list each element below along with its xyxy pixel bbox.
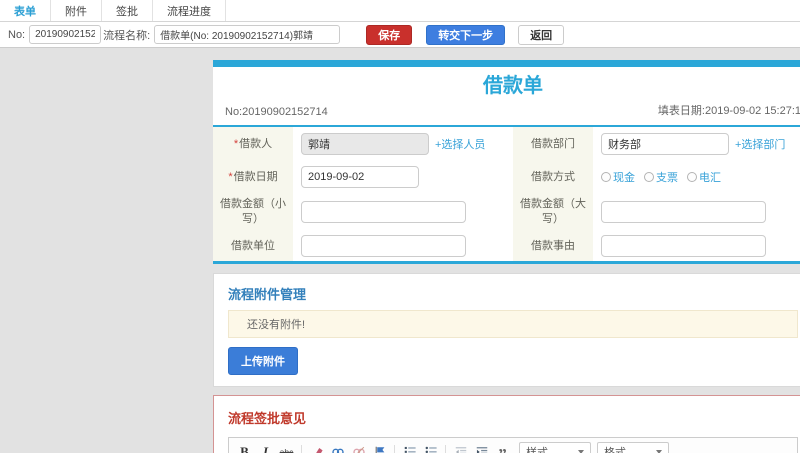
bold-icon[interactable]: B [235, 443, 254, 453]
borrower-input[interactable] [301, 133, 429, 155]
loan-date-row: * 借款日期 [213, 161, 513, 193]
department-row: 借款部门 +选择部门 [513, 127, 800, 161]
loan-reason-input[interactable] [601, 235, 766, 257]
panel-accent-bar [213, 60, 800, 67]
toolbar-separator [301, 445, 302, 453]
anchor-flag-icon[interactable] [370, 443, 389, 453]
select-department-link[interactable]: +选择部门 [735, 136, 785, 152]
loan-date-label: * 借款日期 [213, 161, 293, 193]
amount-lower-input[interactable] [301, 201, 466, 223]
process-name-input[interactable] [154, 25, 341, 44]
toolbar-separator [445, 445, 446, 453]
form-grid: *借款人 +选择人员 *借款日期 借款金额（小写） [213, 125, 800, 264]
attachment-header: 流程附件管理 [228, 287, 307, 302]
department-input[interactable] [601, 133, 729, 155]
radio-icon[interactable] [601, 172, 611, 182]
content-area: 借款单 No:20190902152714 填表日期:2019-09-02 15… [0, 48, 800, 453]
loan-method-label: 借款方式 [513, 161, 593, 193]
link-icon[interactable] [328, 443, 347, 453]
amount-lower-row: 借款金额（小写） [213, 193, 513, 231]
loan-method-radio-group: 现金 支票 电汇 [601, 169, 721, 185]
radio-icon[interactable] [644, 172, 654, 182]
loan-method-row: 借款方式 现金 支票 电汇 [513, 161, 800, 193]
loan-unit-input[interactable] [301, 235, 466, 257]
required-mark: * [233, 137, 239, 150]
approval-panel: 流程签批意见 B I abc 样式 格式 [213, 395, 800, 453]
process-name-label: 流程名称: [103, 29, 151, 42]
attachment-panel: 流程附件管理 还没有附件! 上传附件 [213, 273, 800, 387]
outdent-icon[interactable] [451, 443, 470, 453]
borrower-row: *借款人 +选择人员 [213, 127, 513, 161]
numbered-list-icon[interactable] [400, 443, 419, 453]
italic-icon[interactable]: I [256, 443, 275, 453]
action-toolbar: No: 流程名称: 保存 转交下一步 返回 [0, 22, 800, 48]
amount-upper-row: 借款金额（大写） [513, 193, 800, 231]
bulleted-list-icon[interactable] [421, 443, 440, 453]
form-meta-row: No:20190902152714 填表日期:2019-09-02 15:27:… [213, 99, 800, 125]
style-dropdown[interactable]: 样式 [519, 442, 591, 453]
rich-text-editor: B I abc 样式 格式 [228, 437, 798, 453]
form-right-column: 借款部门 +选择部门 借款方式 现金 [513, 127, 800, 261]
tab-process-progress[interactable]: 流程进度 [153, 0, 226, 21]
tab-bar: 表单 附件 签批 流程进度 [0, 0, 800, 22]
borrower-label: * 借款人 [213, 127, 293, 161]
radio-check[interactable]: 支票 [644, 169, 678, 185]
amount-lower-label: 借款金额（小写） [213, 193, 293, 231]
radio-icon[interactable] [687, 172, 697, 182]
required-mark: * [228, 170, 233, 183]
toolbar-separator [394, 445, 395, 453]
indent-icon[interactable] [472, 443, 491, 453]
loan-unit-row: 借款单位 [213, 231, 513, 261]
tab-sign[interactable]: 签批 [102, 0, 153, 21]
loan-reason-row: 借款事由 [513, 231, 800, 261]
form-left-column: *借款人 +选择人员 *借款日期 借款金额（小写） [213, 127, 513, 261]
editor-toolbar: B I abc 样式 格式 [229, 438, 797, 453]
panel-column: 借款单 No:20190902152714 填表日期:2019-09-02 15… [213, 48, 800, 453]
no-input[interactable] [29, 25, 102, 44]
save-button[interactable]: 保存 [366, 24, 413, 45]
form-title: 借款单 [483, 75, 543, 97]
loan-date-input[interactable] [301, 166, 419, 188]
strikethrough-icon[interactable]: abc [277, 443, 296, 453]
upload-attachment-button[interactable]: 上传附件 [228, 347, 298, 375]
tab-attachment[interactable]: 附件 [51, 0, 102, 21]
tab-form[interactable]: 表单 [0, 0, 51, 21]
loan-unit-label: 借款单位 [213, 231, 293, 261]
radio-wire[interactable]: 电汇 [687, 169, 721, 185]
form-doc-no: No:20190902152714 [225, 106, 328, 118]
no-attachment-message: 还没有附件! [228, 310, 798, 338]
radio-cash[interactable]: 现金 [601, 169, 635, 185]
select-person-link[interactable]: +选择人员 [435, 136, 485, 152]
amount-upper-input[interactable] [601, 201, 766, 223]
department-label: 借款部门 [513, 127, 593, 161]
form-fill-date: 填表日期:2019-09-02 15:27:1 [657, 105, 800, 117]
no-label: No: [8, 28, 26, 41]
back-button[interactable]: 返回 [518, 24, 565, 45]
next-step-button[interactable]: 转交下一步 [426, 24, 506, 45]
format-dropdown[interactable]: 格式 [597, 442, 669, 453]
approval-header: 流程签批意见 [228, 411, 307, 426]
unlink-icon[interactable] [349, 443, 368, 453]
amount-upper-label: 借款金额（大写） [513, 193, 593, 231]
remove-format-icon[interactable] [307, 443, 326, 453]
blockquote-icon[interactable]: ” [493, 443, 512, 453]
loan-reason-label: 借款事由 [513, 231, 593, 261]
loan-form-panel: 借款单 No:20190902152714 填表日期:2019-09-02 15… [213, 60, 800, 264]
